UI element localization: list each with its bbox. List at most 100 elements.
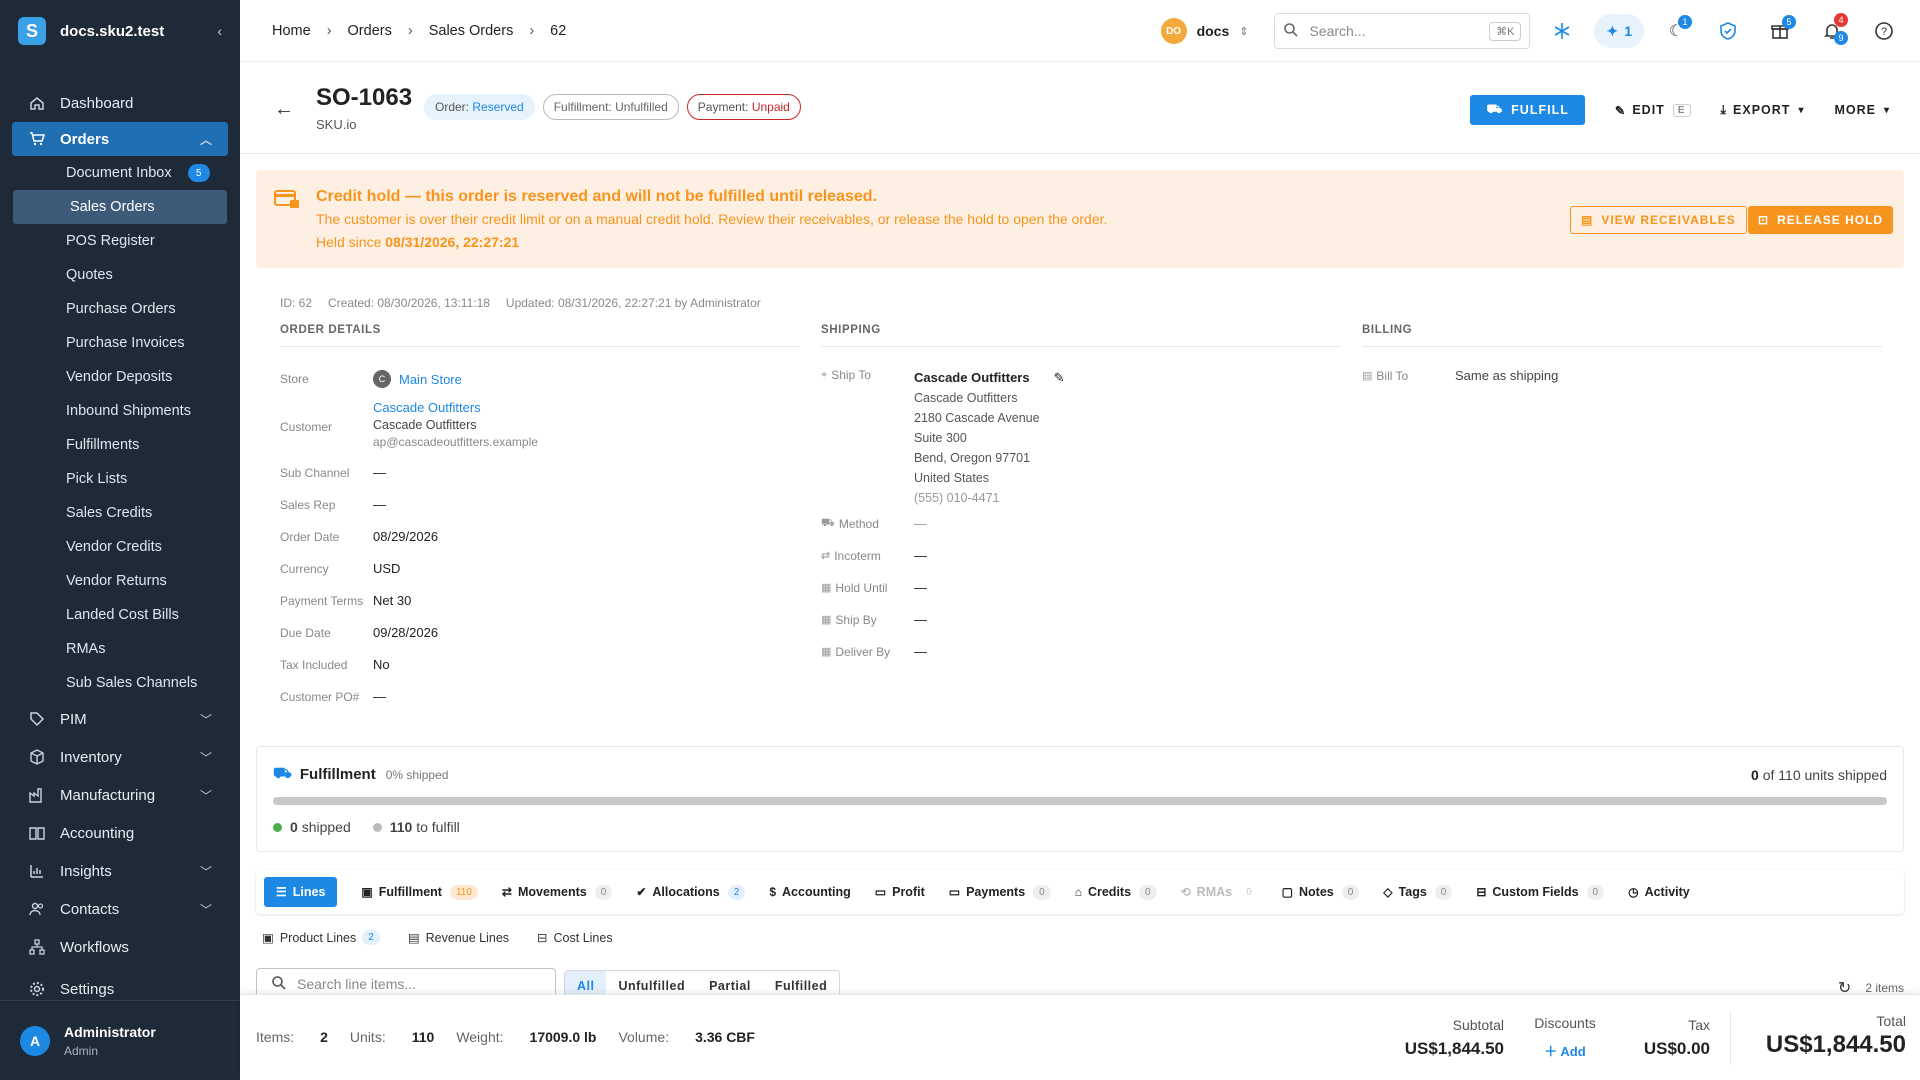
bell-icon[interactable]: 49: [1812, 11, 1852, 51]
edit-address-pencil-icon[interactable]: ✎: [1054, 370, 1065, 386]
field-label: ⛟ Method: [821, 517, 914, 531]
field-value: 09/28/2026: [373, 625, 439, 640]
view-receivables-button[interactable]: ▤ VIEW RECEIVABLES: [1570, 206, 1747, 234]
items-count: 2 items: [1865, 981, 1904, 995]
more-button[interactable]: MORE ▾: [1834, 103, 1890, 117]
field-value: —: [373, 497, 386, 512]
tab-custom-fields[interactable]: ⊟ Custom Fields 0: [1476, 884, 1605, 900]
nav-item-insights[interactable]: Insights ﹀: [0, 852, 240, 890]
sub-item-sub-sales-channels[interactable]: Sub Sales Channels: [0, 666, 240, 700]
breadcrumb-current: 62: [550, 22, 567, 39]
sub-item-quotes[interactable]: Quotes: [0, 258, 240, 292]
tab-movements[interactable]: ⇄ Movements 0: [502, 884, 613, 900]
field-value: —: [373, 689, 386, 704]
list-icon: ☰: [276, 885, 287, 899]
tab-credits[interactable]: ⌂ Credits 0: [1075, 884, 1157, 900]
calendar-icon: ▦: [821, 614, 832, 626]
sub-item-pos-register[interactable]: POS Register: [0, 224, 240, 258]
moon-icon[interactable]: ☾ 1: [1656, 11, 1696, 51]
sub-item-landed-cost-bills[interactable]: Landed Cost Bills: [0, 598, 240, 632]
tab-label: Movements: [517, 885, 587, 899]
chevron-down-icon: ﹀: [199, 788, 212, 803]
tab-payments[interactable]: ▭ Payments 0: [949, 884, 1051, 900]
user-role: Admin: [64, 1043, 99, 1058]
tab-label: Notes: [1299, 885, 1334, 899]
sub-item-sales-credits[interactable]: Sales Credits: [0, 496, 240, 530]
edit-button[interactable]: ✎ EDIT E: [1615, 103, 1691, 118]
sub-item-vendor-returns[interactable]: Vendor Returns: [0, 564, 240, 598]
tab-notes[interactable]: ▢ Notes 0: [1282, 884, 1360, 900]
sub-item-inbound-shipments[interactable]: Inbound Shipments: [0, 394, 240, 428]
nav-item-accounting[interactable]: Accounting: [0, 814, 240, 852]
sub-item-document-inbox[interactable]: Document Inbox 5: [0, 156, 240, 190]
nav-item-inventory[interactable]: Inventory ﹀: [0, 738, 240, 776]
user-menu[interactable]: A Administrator Admin: [0, 1000, 240, 1080]
status-chips: Order: Reserved Fulfillment: Unfulfilled…: [424, 94, 809, 120]
nav-item-dashboard[interactable]: Dashboard: [0, 84, 240, 122]
store-link[interactable]: Main Store: [399, 372, 462, 387]
field-label: ▦ Ship By: [821, 613, 914, 627]
units-shipped-summary: 0 of 110 units shipped: [1751, 767, 1887, 783]
tab-count: 0: [1033, 884, 1051, 900]
clock-icon: ◷: [1628, 885, 1639, 899]
app-logo-icon[interactable]: S: [18, 17, 46, 45]
nav-item-contacts[interactable]: Contacts ﹀: [0, 890, 240, 928]
tab-allocations[interactable]: ✔ Allocations 2: [636, 884, 746, 900]
tab-fulfillment[interactable]: ▣ Fulfillment 110: [361, 884, 478, 900]
sub-item-sales-orders[interactable]: Sales Orders: [13, 190, 227, 224]
sub-item-rmas[interactable]: RMAs: [0, 632, 240, 666]
tab-rmas[interactable]: ⟲ RMAs 0: [1181, 885, 1258, 900]
chevron-down-icon: ﹀: [199, 864, 212, 879]
breadcrumb-home[interactable]: Home: [272, 23, 311, 39]
tab-tags[interactable]: ◇ Tags 0: [1383, 884, 1453, 900]
sidebar: S docs.sku2.test ‹ Dashboard Orders ︿ Do…: [0, 0, 240, 1080]
collapse-sidebar-icon[interactable]: ‹: [217, 23, 222, 39]
meta-updated: Updated: 08/31/2026, 22:27:21 by Adminis…: [505, 296, 761, 310]
nav-item-pim[interactable]: PIM ﹀: [0, 700, 240, 738]
subtotal-value: US$1,844.50: [1404, 1039, 1504, 1058]
sub-item-purchase-invoices[interactable]: Purchase Invoices: [0, 326, 240, 360]
header-actions: ⛟ FULFILL ✎ EDIT E ⤓ EXPORT ▾ MORE ▾: [1470, 95, 1890, 125]
tab-profit[interactable]: ▭ Profit: [875, 885, 925, 899]
sub-item-pick-lists[interactable]: Pick Lists: [0, 462, 240, 496]
fulfill-button[interactable]: ⛟ FULFILL: [1470, 95, 1585, 125]
global-search-input[interactable]: Search... ⌘K: [1274, 13, 1531, 49]
sub-label: Document Inbox: [66, 165, 172, 181]
gift-icon[interactable]: 5: [1760, 11, 1800, 51]
sub-item-fulfillments[interactable]: Fulfillments: [0, 428, 240, 462]
check-circle-icon: ✔: [636, 885, 647, 899]
release-hold-button[interactable]: ⊡ RELEASE HOLD: [1748, 206, 1894, 234]
subtab-product-lines[interactable]: ▣ Product Lines 2: [262, 930, 380, 945]
subtab-revenue-lines[interactable]: ▤ Revenue Lines: [408, 930, 509, 946]
customer-link[interactable]: Cascade Outfitters: [373, 400, 538, 415]
ai-assistant-button[interactable]: ✦ 1: [1594, 14, 1644, 48]
field-label: Tax Included: [280, 657, 348, 672]
snowflake-icon[interactable]: [1542, 11, 1582, 51]
nav-label: Orders: [60, 130, 110, 148]
subtab-cost-lines[interactable]: ⊟ Cost Lines: [537, 930, 613, 946]
workspace-switcher[interactable]: DO docs ⇕: [1160, 18, 1248, 44]
nav-item-orders[interactable]: Orders ︿: [12, 122, 228, 156]
breadcrumb-orders[interactable]: Orders: [348, 23, 392, 39]
book-icon: [28, 824, 46, 842]
tab-lines[interactable]: ☰ Lines: [264, 877, 338, 907]
shield-icon[interactable]: [1708, 11, 1748, 51]
home-icon: [28, 94, 46, 112]
nav-item-workflows[interactable]: Workflows: [0, 928, 240, 966]
address-line: 2180 Cascade Avenue: [914, 411, 1040, 425]
nav-item-manufacturing[interactable]: Manufacturing ﹀: [0, 776, 240, 814]
tab-activity[interactable]: ◷ Activity: [1628, 885, 1690, 899]
help-icon[interactable]: ?: [1864, 11, 1904, 51]
tab-accounting[interactable]: $ Accounting: [769, 885, 850, 899]
stat-label: Units:: [349, 1029, 386, 1045]
gray-dot-icon: [372, 822, 382, 832]
truck-icon: ⛟: [1486, 102, 1504, 116]
back-arrow-icon[interactable]: ←: [274, 98, 294, 121]
order-header: ← SO-1063 SKU.io Order: Reserved Fulfill…: [240, 62, 1920, 154]
breadcrumb-sales-orders[interactable]: Sales Orders: [429, 23, 514, 39]
add-discount-button[interactable]: ＋ Add: [1520, 1041, 1610, 1060]
sub-item-purchase-orders[interactable]: Purchase Orders: [0, 292, 240, 326]
export-button[interactable]: ⤓ EXPORT ▾: [1721, 103, 1805, 118]
sub-item-vendor-credits[interactable]: Vendor Credits: [0, 530, 240, 564]
sub-item-vendor-deposits[interactable]: Vendor Deposits: [0, 360, 240, 394]
